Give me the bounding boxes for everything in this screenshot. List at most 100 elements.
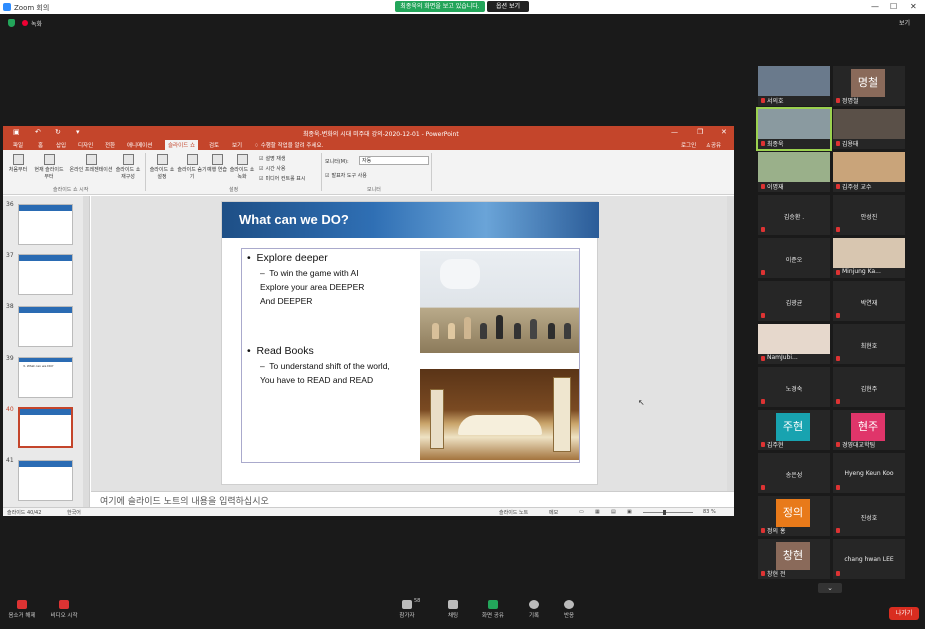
use-timings-checkbox[interactable]: 시간 사용 <box>259 165 285 172</box>
current-slide[interactable]: What can we DO? • Explore deeper – To wi… <box>221 201 599 485</box>
tab-transitions[interactable]: 전환 <box>105 141 115 149</box>
ppt-maximize-icon[interactable]: ❐ <box>697 128 703 136</box>
save-icon[interactable]: ▣ <box>13 128 20 136</box>
sorter-view-icon[interactable]: ▦ <box>595 509 600 515</box>
ppt-close-icon[interactable]: ✕ <box>721 128 727 136</box>
zoom-slider[interactable] <box>643 512 693 513</box>
notes-pane[interactable]: 여기에 슬라이드 노트의 내용을 입력하십시오 <box>91 491 734 507</box>
microphone-muted-icon <box>836 528 840 533</box>
participant-tile[interactable]: 명철 정명철 <box>833 66 905 106</box>
tab-slideshow[interactable]: 슬라이드 쇼 <box>165 140 199 150</box>
participant-tile[interactable]: 서의호 <box>758 66 830 106</box>
language-indicator[interactable]: 한국어 <box>67 509 81 516</box>
participant-tile[interactable]: 최종욱 <box>756 107 832 151</box>
participant-tile[interactable]: Hyeng Keun Koo <box>833 453 905 493</box>
participant-tile[interactable]: 김승환 . <box>758 195 830 235</box>
participant-tile[interactable]: 송은성 <box>758 453 830 493</box>
from-current-button[interactable]: 현재 슬라이드부터 <box>33 152 65 180</box>
participant-name: 김주성 교수 <box>842 184 872 191</box>
media-controls-checkbox[interactable]: 미디어 컨트롤 표시 <box>259 175 305 182</box>
tab-animations[interactable]: 애니메이션 <box>127 141 152 149</box>
participant-tile[interactable]: chang hwan LEE <box>833 539 905 579</box>
slide-thumbnail[interactable] <box>18 204 73 245</box>
slide-thumbnail[interactable] <box>18 254 73 295</box>
login-link[interactable]: 로그인 <box>681 141 696 149</box>
participant-tile[interactable]: 진성호 <box>833 496 905 536</box>
notes-toggle[interactable]: 슬라이드 노트 <box>499 509 528 516</box>
view-button[interactable]: 보기 <box>899 18 910 27</box>
ppt-minimize-icon[interactable]: — <box>671 128 678 136</box>
participant-tile[interactable]: NamJubi... <box>758 324 830 364</box>
comments-toggle[interactable]: 메모 <box>549 509 558 516</box>
participant-tile[interactable]: 현주 경영대교학팀 <box>833 410 905 450</box>
participant-tile[interactable]: 안성진 <box>833 195 905 235</box>
security-shield-icon[interactable] <box>8 19 15 27</box>
participant-tile[interactable]: 김주성 교수 <box>833 152 905 192</box>
participant-tile[interactable]: 박연재 <box>833 281 905 321</box>
rehearse-button[interactable]: 예행 연습 <box>207 152 227 173</box>
participant-tile[interactable]: 창현 창현 전 <box>758 539 830 579</box>
minimize-icon[interactable]: — <box>871 2 879 11</box>
open-books-image[interactable] <box>420 369 579 460</box>
tab-home[interactable]: 홈 <box>38 141 43 149</box>
robot-chess-image[interactable] <box>420 251 579 353</box>
ribbon-separator <box>145 153 146 191</box>
slide-thumbnail[interactable]: 3. What can we DO? <box>18 357 73 398</box>
participant-tile[interactable]: 정의 정의 홍 <box>758 496 830 536</box>
participant-tile[interactable]: 김광균 <box>758 281 830 321</box>
record-show-button[interactable]: 슬라이드 쇼 녹화 <box>227 152 257 180</box>
slide-thumbnail-selected[interactable] <box>18 407 73 448</box>
share-button[interactable]: ♙공유 <box>706 141 721 149</box>
participant-tile[interactable]: 김현주 <box>833 367 905 407</box>
reactions-button[interactable]: 반응 <box>549 597 589 619</box>
quick-access-icon[interactable]: ▾ <box>76 128 80 136</box>
maximize-icon[interactable]: ☐ <box>890 2 897 11</box>
leave-button[interactable]: 나가기 <box>889 607 919 620</box>
microphone-muted-icon <box>836 98 840 103</box>
online-present-button[interactable]: 온라인 프레젠테이션 <box>69 152 113 173</box>
record-button[interactable]: 기록 <box>514 597 554 619</box>
tab-design[interactable]: 디자인 <box>78 141 93 149</box>
participant-tile[interactable]: 최현호 <box>833 324 905 364</box>
view-options-button[interactable]: 옵션 보기 <box>487 1 529 12</box>
thumbs-scrollbar[interactable] <box>83 196 89 507</box>
presenter-view-checkbox[interactable]: 발표자 도구 사용 <box>325 172 366 179</box>
participants-button[interactable]: 참가자 58 <box>387 597 427 619</box>
slideshow-view-icon[interactable]: ▣ <box>627 509 632 515</box>
participant-name: 서의호 <box>767 98 784 105</box>
play-narrations-checkbox[interactable]: 설명 재생 <box>259 155 285 162</box>
participant-tile[interactable]: 이명재 <box>758 152 830 192</box>
tell-me-box[interactable]: ♢ 수행할 작업을 알려 주세요. <box>254 141 323 149</box>
unmute-button[interactable]: 음소거 해제 <box>2 597 42 619</box>
tab-review[interactable]: 검토 <box>209 141 219 149</box>
tab-view[interactable]: 보기 <box>232 141 242 149</box>
share-screen-button[interactable]: 화면 공유 <box>473 597 513 619</box>
close-icon[interactable]: ✕ <box>910 2 917 11</box>
tab-insert[interactable]: 삽입 <box>56 141 66 149</box>
from-beginning-button[interactable]: 처음부터 <box>5 152 31 173</box>
setup-show-button[interactable]: 슬라이드 쇼 설정 <box>147 152 177 180</box>
participant-tile[interactable]: 김용태 <box>833 109 905 149</box>
zoom-level[interactable]: 83 % <box>703 509 716 515</box>
participant-tile[interactable]: 주현 김주현 <box>758 410 830 450</box>
monitor-select[interactable]: 자동 <box>359 156 429 165</box>
participant-tile[interactable]: 노경숙 <box>758 367 830 407</box>
slide-thumbnail[interactable] <box>18 306 73 347</box>
participant-tile[interactable]: 이준오 <box>758 238 830 278</box>
undo-icon[interactable]: ↶ <box>35 128 41 136</box>
redo-icon[interactable]: ↻ <box>55 128 61 136</box>
chat-button[interactable]: 채팅 <box>433 597 473 619</box>
participant-tile[interactable]: Minjung Ka... <box>833 238 905 278</box>
slideshow-start-icon <box>12 154 24 165</box>
zoom-slider-thumb[interactable] <box>663 510 666 515</box>
start-video-button[interactable]: 비디오 시작 <box>44 597 84 619</box>
tab-file[interactable]: 파일 <box>13 141 23 149</box>
normal-view-icon[interactable]: ▭ <box>579 509 584 515</box>
custom-show-button[interactable]: 슬라이드 쇼 재구성 <box>113 152 143 180</box>
reading-view-icon[interactable]: ▤ <box>611 509 616 515</box>
gallery-next-page-icon[interactable]: ⌄ <box>818 583 842 593</box>
hide-slide-button[interactable]: 슬라이드 숨기기 <box>177 152 207 180</box>
slide-scrollbar[interactable] <box>727 196 734 491</box>
slide-thumbnail[interactable] <box>18 460 73 501</box>
slide-title[interactable]: What can we DO? <box>239 212 349 227</box>
